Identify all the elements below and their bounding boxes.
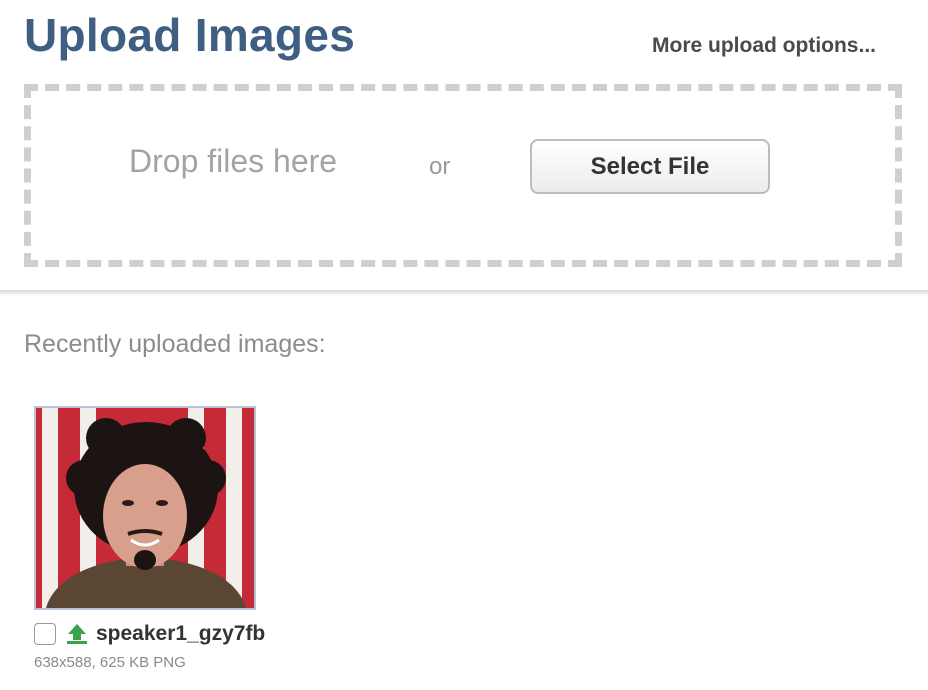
- more-upload-options-link[interactable]: More upload options...: [652, 34, 876, 58]
- select-file-button[interactable]: Select File: [530, 139, 770, 194]
- recently-uploaded-label: Recently uploaded images:: [24, 330, 326, 358]
- image-metadata: 638x588, 625 KB PNG: [34, 654, 186, 671]
- drop-zone[interactable]: Drop files here or Select File: [24, 84, 902, 267]
- portrait-photo-image: [36, 408, 254, 608]
- section-divider: [0, 290, 928, 296]
- upload-arrow-icon: [67, 624, 87, 644]
- or-label: or: [429, 153, 451, 180]
- image-filename[interactable]: speaker1_gzy7fb: [96, 622, 265, 646]
- thumbnail-info-row: speaker1_gzy7fb: [34, 620, 265, 648]
- drop-files-label: Drop files here: [129, 143, 338, 179]
- page-title: Upload Images: [24, 9, 356, 61]
- select-image-checkbox[interactable]: [34, 623, 56, 645]
- upload-panel: Upload Images More upload options... Dro…: [0, 0, 928, 292]
- image-thumbnail[interactable]: [34, 406, 256, 610]
